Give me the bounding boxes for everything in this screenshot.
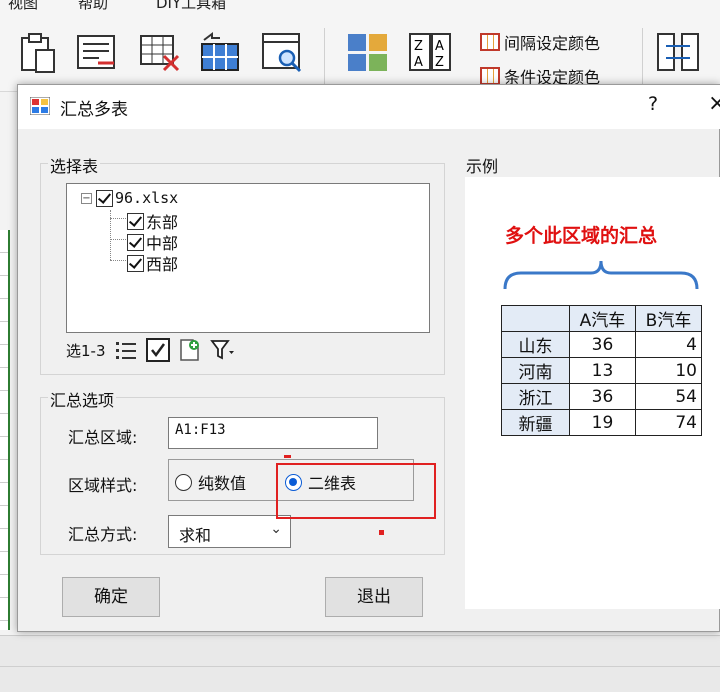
brace-icon (503, 260, 699, 290)
summary-dialog: 汇总多表 ? × 选择表 − 96.xlsx 东部 中部 西部 选1-3 汇总选… (17, 84, 720, 632)
sheet-name: 西部 (146, 255, 179, 274)
color-blocks-icon[interactable] (346, 30, 390, 74)
table-row: 山东 36 4 (501, 331, 702, 358)
exit-button[interactable]: 退出 (325, 577, 423, 617)
svg-text:Z: Z (414, 39, 423, 54)
tab-diy-toolbox[interactable]: DIY工具箱 (156, 0, 226, 13)
dialog-title: 汇总多表 (60, 100, 128, 120)
table-search-icon[interactable] (260, 30, 304, 74)
method-select-value: 求和 (179, 526, 212, 545)
area-label: 汇总区域: (68, 428, 138, 447)
checkbox-file[interactable] (96, 189, 113, 207)
svg-text:A: A (435, 39, 444, 54)
table-row-header: 山东 (501, 331, 570, 358)
app-icon (30, 97, 50, 115)
table-cell: 19 (569, 409, 636, 436)
style-label: 区域样式: (68, 476, 138, 495)
tree-item-sheet[interactable]: 西部 (127, 251, 178, 275)
sample-caption: 多个此区域的汇总 (505, 225, 658, 247)
highlight-box (276, 463, 436, 519)
collapse-icon[interactable]: − (81, 192, 92, 204)
worksheet-grid-edge (0, 230, 10, 630)
table-row-header: 河南 (501, 357, 570, 384)
table-cell: 13 (569, 357, 636, 384)
summary-options-label: 汇总选项 (48, 387, 117, 411)
svg-text:A: A (414, 55, 423, 70)
ribbon-separator (324, 28, 325, 84)
tree-item-file[interactable]: − 96.xlsx (81, 189, 178, 207)
radio-plain-values-dot[interactable] (175, 473, 192, 491)
svg-text:Z: Z (435, 55, 444, 70)
table-row: 新疆 19 74 (501, 409, 702, 436)
table-cell: 36 (569, 331, 636, 358)
chevron-down-icon: ⌄ (270, 521, 282, 537)
list-icon[interactable] (114, 338, 138, 362)
exchange-icon[interactable] (656, 30, 700, 74)
excel-ribbon: 视图 帮助 DIY工具箱 ZA AZ 间隔设定颜色 条件设定颜色 (0, 0, 720, 92)
annotation-mark (379, 530, 384, 535)
table-header-cell: A汽车 (569, 305, 636, 332)
sort-az-icon[interactable]: ZA AZ (408, 30, 452, 74)
interval-color-label: 间隔设定颜色 (504, 34, 601, 53)
table-cell: 54 (635, 383, 702, 410)
dialog-titlebar[interactable]: 汇总多表 ? × (18, 85, 720, 129)
table-row: 河南 13 10 (501, 357, 702, 384)
interval-color-button[interactable]: 间隔设定颜色 (480, 30, 600, 54)
ribbon-separator (642, 28, 643, 84)
clipboard-icon[interactable] (16, 30, 60, 74)
worksheet-status-area (0, 635, 720, 692)
method-select[interactable]: 求和 ⌄ (168, 515, 291, 548)
sheet-tree: − 96.xlsx 东部 中部 西部 (66, 183, 430, 333)
table-header-cell: B汽车 (635, 305, 702, 332)
grid-delete-icon[interactable] (138, 30, 182, 74)
sample-table: A汽车 B汽车 山东 36 4 河南 13 10 浙江 36 54 新疆 19 (501, 305, 702, 436)
table-header-cell (501, 305, 570, 332)
tab-view[interactable]: 视图 (8, 0, 38, 13)
table-row-header: 浙江 (501, 383, 570, 410)
table-cell: 4 (635, 331, 702, 358)
checkbox-sheet-east[interactable] (127, 212, 144, 230)
select-sheets-label: 选择表 (48, 153, 101, 177)
table-row: A汽车 B汽车 (501, 305, 702, 332)
method-label: 汇总方式: (68, 525, 138, 544)
help-button[interactable]: ? (648, 93, 658, 115)
area-input[interactable]: A1:F13 (168, 417, 378, 449)
tab-help[interactable]: 帮助 (78, 0, 108, 13)
checkbox-sheet-central[interactable] (127, 233, 144, 251)
radio-plain-values-label: 纯数值 (198, 474, 247, 493)
interval-color-icon (480, 33, 500, 51)
list-icon[interactable] (74, 30, 118, 74)
table-row: 浙江 36 54 (501, 383, 702, 410)
annotation-mark (284, 455, 291, 458)
add-file-icon[interactable] (178, 338, 202, 362)
table-row-header: 新疆 (501, 409, 570, 436)
tree-toolbar: 选1-3 (66, 335, 234, 365)
conditional-color-icon (480, 67, 500, 85)
sample-panel: 多个此区域的汇总 A汽车 B汽车 山东 36 4 河南 13 10 浙江 36 (465, 177, 720, 609)
ok-button[interactable]: 确定 (62, 577, 160, 617)
checkbox-sheet-west[interactable] (127, 254, 144, 272)
table-cell: 36 (569, 383, 636, 410)
filter-icon[interactable] (209, 338, 234, 362)
sample-label: 示例 (464, 153, 501, 177)
file-name: 96.xlsx (115, 189, 179, 207)
selection-range-text: 选1-3 (66, 341, 106, 360)
close-button[interactable]: × (708, 91, 720, 116)
table-cell: 10 (635, 357, 702, 384)
grid-swap-icon[interactable] (198, 30, 242, 74)
table-cell: 74 (635, 409, 702, 436)
check-all-icon[interactable] (145, 338, 170, 362)
radio-plain-values[interactable]: 纯数值 (175, 470, 246, 494)
